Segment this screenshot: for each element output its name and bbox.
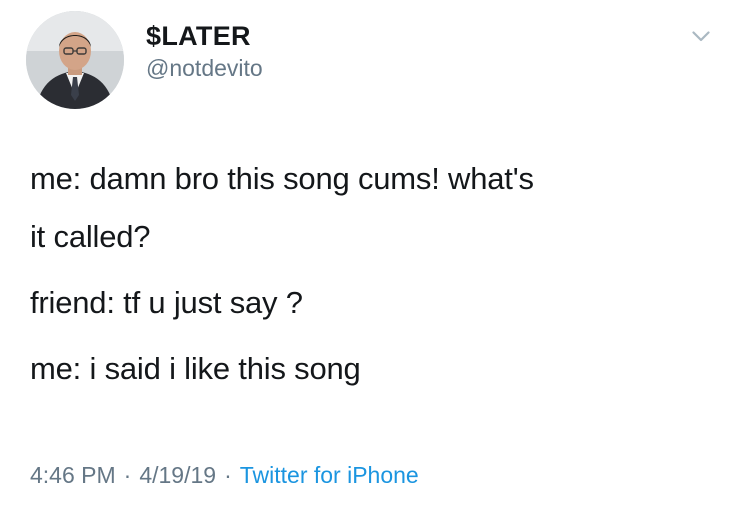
chevron-down-icon[interactable] xyxy=(690,28,712,44)
author-identity: $LATER @notdevito xyxy=(146,20,263,82)
tweet-source-link[interactable]: Twitter for iPhone xyxy=(240,462,419,488)
tweet-time[interactable]: 4:46 PM xyxy=(30,462,116,488)
tweet-header: $LATER @notdevito xyxy=(26,10,263,110)
meta-separator: · xyxy=(123,462,132,488)
avatar[interactable] xyxy=(26,11,124,109)
tweet-line: it called? xyxy=(30,219,151,254)
tweet-text: me: damn bro this song cums! what's it c… xyxy=(30,150,720,398)
tweet-line: friend: tf u just say ? xyxy=(30,285,303,320)
avatar-photo xyxy=(26,11,124,109)
author-handle[interactable]: @notdevito xyxy=(146,54,263,82)
tweet-card: $LATER @notdevito me: damn bro this song… xyxy=(0,0,740,512)
tweet-line: me: damn bro this song cums! what's xyxy=(30,161,534,196)
tweet-line: me: i said i like this song xyxy=(30,351,361,386)
author-display-name[interactable]: $LATER xyxy=(146,20,263,52)
meta-separator: · xyxy=(224,462,232,488)
tweet-meta: 4:46 PM · 4/19/19 · Twitter for iPhone xyxy=(30,462,419,489)
tweet-date[interactable]: 4/19/19 xyxy=(139,462,216,488)
